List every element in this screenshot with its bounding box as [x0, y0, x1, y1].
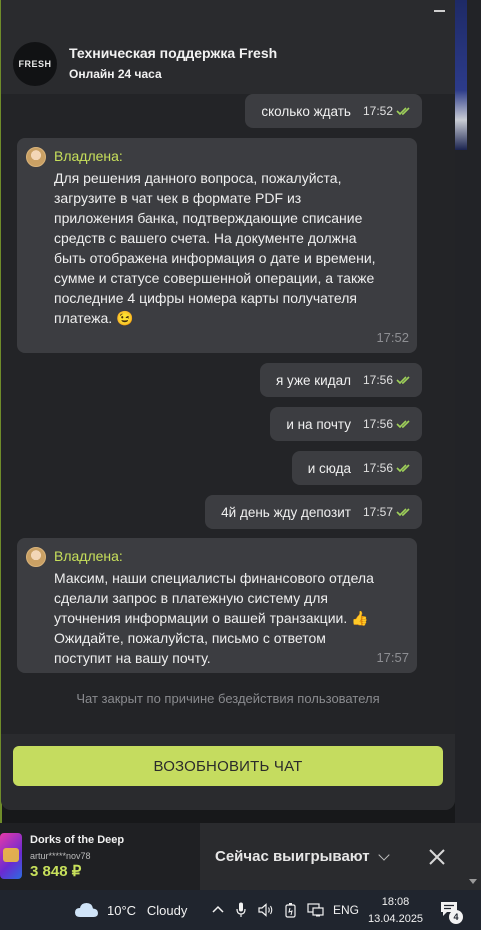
support-chat-widget: FRESH Техническая поддержка Fresh Онлайн… — [1, 0, 455, 810]
resume-chat-button[interactable]: ВОЗОБНОВИТЬ ЧАТ — [13, 746, 443, 786]
outgoing-message: и на почту 17:56 — [270, 407, 422, 441]
message-time: 17:56 — [362, 417, 393, 431]
message-time: 17:56 — [362, 373, 393, 387]
winner-username: artur*****nov78 — [30, 851, 91, 861]
message-time: 17:52 — [362, 104, 393, 118]
message-text: я уже кидал — [276, 372, 351, 388]
weather-widget[interactable]: 10°C Cloudy — [107, 903, 187, 918]
win-amount: 3 848 ₽ — [30, 863, 82, 880]
outgoing-message: и сюда 17:56 — [291, 451, 422, 485]
chat-closed-notice: Чат закрыт по причине бездействия пользо… — [76, 691, 380, 706]
speaker-icon[interactable] — [258, 903, 274, 917]
outgoing-message: я уже кидал 17:56 — [260, 363, 422, 397]
close-icon — [428, 848, 445, 865]
message-time: 17:52 — [376, 330, 409, 345]
chevron-up-icon[interactable] — [212, 905, 224, 913]
message-time: 17:57 — [362, 505, 393, 519]
widget-topbar — [1, 0, 455, 24]
winners-bar: Dorks of the Deep artur*****nov78 3 848 … — [0, 823, 481, 890]
read-check-icon — [396, 420, 410, 429]
background-poster — [455, 0, 467, 150]
language-indicator[interactable]: ENG — [333, 903, 359, 917]
incoming-message: Владлена: Максим, наши специалисты финан… — [17, 538, 417, 673]
operator-avatar — [26, 547, 46, 567]
game-title: Dorks of the Deep — [30, 834, 125, 846]
outgoing-message: 4й день жду депозит 17:57 — [205, 495, 422, 529]
message-time: 17:57 — [376, 650, 409, 665]
incoming-message: Владлена: Для решения данного вопроса, п… — [17, 138, 417, 353]
message-text: Для решения данного вопроса, пожалуйста,… — [54, 170, 376, 326]
battery-icon[interactable] — [284, 902, 298, 918]
page-scrollbar[interactable] — [465, 823, 481, 890]
message-time: 17:56 — [362, 461, 393, 475]
chat-header: FRESH Техническая поддержка Fresh Онлайн… — [1, 24, 455, 94]
fresh-logo: FRESH — [13, 42, 57, 86]
message-text: сколько ждать — [261, 103, 351, 119]
network-icon[interactable] — [307, 903, 324, 917]
read-check-icon — [396, 107, 410, 116]
message-text: и на почту — [286, 416, 351, 432]
minimize-icon[interactable] — [434, 10, 445, 12]
logo-text: FRESH — [18, 59, 52, 69]
weather-condition: Cloudy — [146, 903, 188, 918]
outgoing-message: сколько ждать 17:52 — [245, 94, 422, 128]
clock-date: 13.04.2025 — [368, 913, 424, 925]
chat-subtitle: Онлайн 24 часа — [69, 67, 162, 81]
chat-messages[interactable]: сколько ждать 17:52 Владлена: Для решени… — [1, 94, 455, 734]
message-text: и сюда — [307, 460, 351, 476]
background-page-strip — [455, 0, 481, 830]
operator-name: Владлена: — [54, 148, 123, 164]
chat-footer: ВОЗОБНОВИТЬ ЧАТ — [1, 734, 455, 810]
operator-name: Владлена: — [54, 548, 123, 564]
chat-title: Техническая поддержка Fresh — [69, 45, 278, 61]
operator-avatar — [26, 147, 46, 167]
system-clock[interactable]: 18:08 13.04.2025 — [368, 894, 423, 928]
cloud-icon[interactable] — [74, 901, 100, 919]
winners-toggle[interactable]: Сейчас выигрывают — [200, 823, 408, 890]
temperature: 10°C — [107, 903, 137, 918]
clock-time: 18:08 — [381, 896, 410, 908]
winners-close-button[interactable] — [408, 823, 465, 890]
message-text: 4й день жду депозит — [221, 504, 351, 520]
notification-count-badge: 4 — [449, 910, 463, 924]
windows-taskbar: 10°C Cloudy ENG 18:08 13.04.2025 4 — [0, 890, 481, 930]
notification-center-button[interactable]: 4 — [440, 901, 463, 924]
message-text: Максим, наши специалисты финансового отд… — [54, 570, 374, 666]
chevron-down-icon — [377, 848, 390, 861]
read-check-icon — [396, 464, 410, 473]
microphone-icon[interactable] — [236, 902, 246, 918]
winners-label: Сейчас выигрывают — [215, 848, 370, 865]
screen: FRESH Техническая поддержка Fresh Онлайн… — [0, 0, 481, 930]
read-check-icon — [396, 508, 410, 517]
read-check-icon — [396, 376, 410, 385]
game-thumbnail[interactable] — [0, 833, 22, 879]
